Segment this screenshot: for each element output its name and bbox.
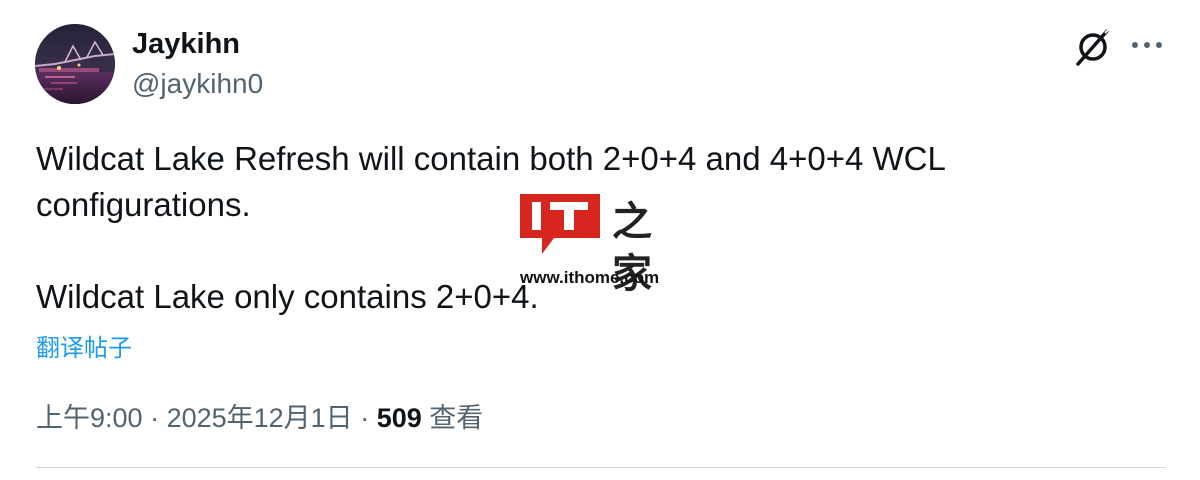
author-handle[interactable]: @jaykihn0 bbox=[132, 66, 263, 102]
author-display-name[interactable]: Jaykihn bbox=[132, 26, 263, 62]
views-label: 查看 bbox=[421, 403, 484, 433]
user-block: Jaykihn @jaykihn0 bbox=[132, 26, 263, 102]
grok-slash-icon[interactable] bbox=[1072, 26, 1114, 68]
avatar-night-bridge-image bbox=[35, 24, 115, 104]
more-dots-icon[interactable] bbox=[1128, 30, 1166, 60]
tweet-time[interactable]: 上午9:00 bbox=[36, 403, 143, 433]
ithome-url: www.ithome.com bbox=[520, 268, 660, 287]
avatar[interactable] bbox=[35, 24, 115, 104]
views-count: 509 bbox=[376, 403, 422, 433]
tweet-date[interactable]: 2025年12月1日 bbox=[167, 403, 353, 433]
ithome-watermark: 之家 www.ithome.com bbox=[520, 194, 682, 297]
tweet-card: Jaykihn @jaykihn0 Wildcat Lake Refresh w… bbox=[0, 0, 1200, 480]
meta-separator: · bbox=[352, 403, 377, 433]
tweet-meta: 上午9:00 · 2025年12月1日 · 509 查看 bbox=[36, 400, 483, 436]
translate-post-link[interactable]: 翻译帖子 bbox=[36, 334, 132, 364]
ithome-logo-icon bbox=[520, 194, 600, 254]
meta-separator: · bbox=[142, 403, 167, 433]
divider bbox=[36, 467, 1166, 468]
